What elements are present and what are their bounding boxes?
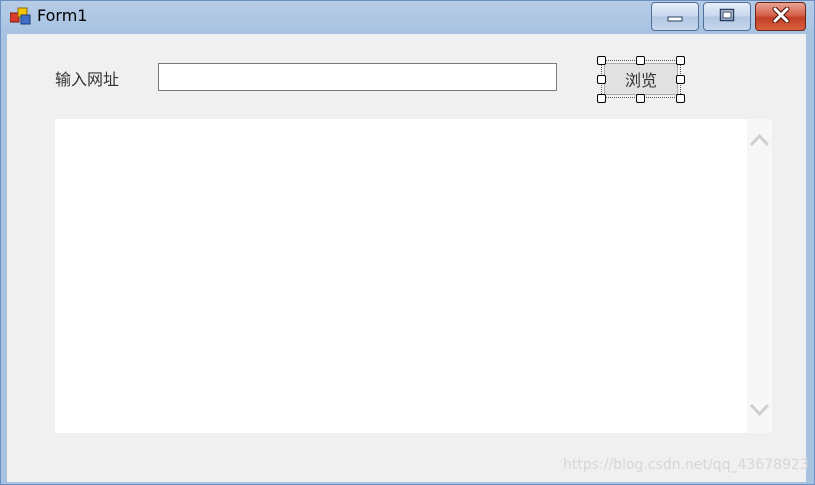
window-title: Form1 (37, 6, 88, 25)
resize-grip-bottom-left[interactable] (597, 94, 606, 103)
resize-grip-top[interactable] (636, 56, 645, 65)
watermark: https://blog.csdn.net/qq_43678923 (563, 457, 809, 473)
resize-grip-top-left[interactable] (597, 56, 606, 65)
url-label: 输入网址 (55, 70, 120, 89)
resize-grip-top-right[interactable] (676, 56, 685, 65)
title-bar[interactable]: Form1 (0, 0, 815, 34)
resize-grip-bottom[interactable] (636, 94, 645, 103)
resize-grip-bottom-right[interactable] (676, 94, 685, 103)
resize-grip-right[interactable] (676, 75, 685, 84)
close-button[interactable] (755, 2, 806, 31)
maximize-button[interactable] (703, 2, 751, 31)
url-input[interactable] (158, 63, 557, 91)
app-icon (9, 7, 32, 25)
vertical-scrollbar[interactable] (747, 119, 772, 433)
browse-button[interactable]: 浏览 (604, 63, 678, 95)
web-browser-control[interactable] (55, 119, 772, 433)
chevron-down-icon[interactable] (747, 399, 772, 421)
maximize-icon (719, 7, 735, 26)
minimize-icon (667, 7, 683, 26)
chevron-up-icon[interactable] (747, 129, 772, 151)
close-icon (771, 6, 791, 27)
resize-grip-left[interactable] (597, 75, 606, 84)
minimize-button[interactable] (651, 2, 699, 31)
